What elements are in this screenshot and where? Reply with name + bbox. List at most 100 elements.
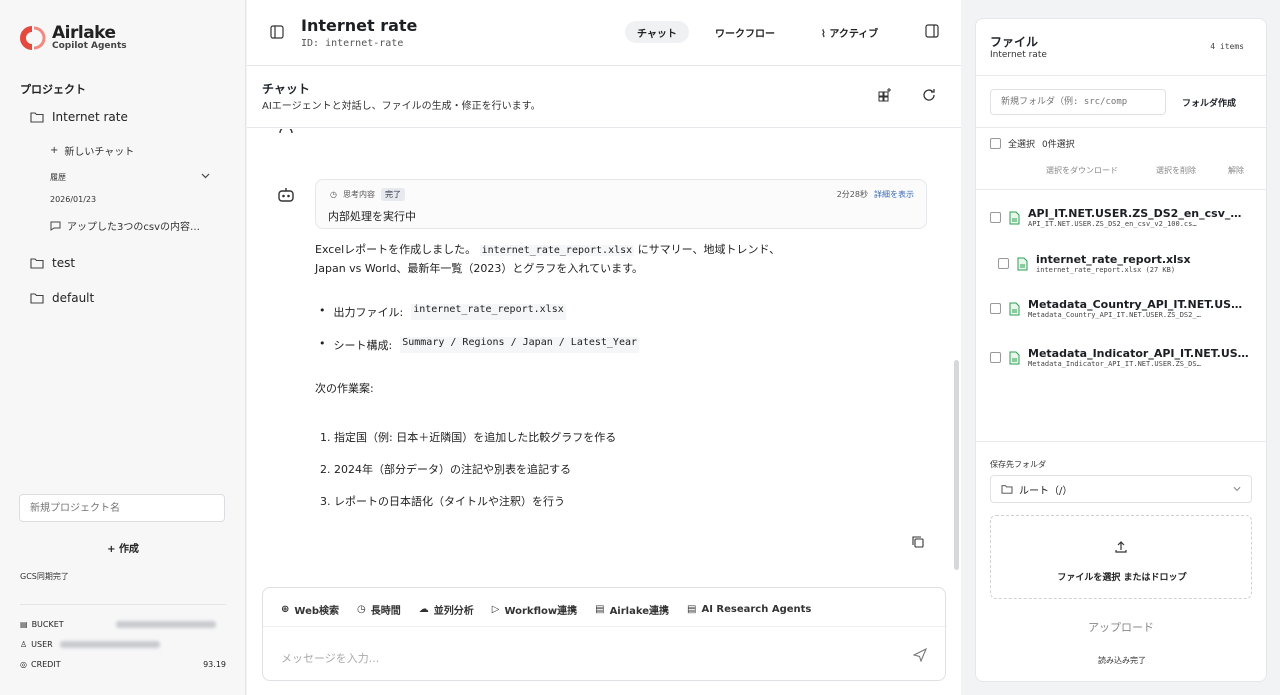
project-item-default[interactable]: default bbox=[30, 291, 94, 305]
database-icon: ▤ bbox=[20, 620, 28, 629]
refresh-icon[interactable] bbox=[921, 87, 937, 103]
bullet-label: シート構成: bbox=[333, 339, 393, 352]
upload-icon bbox=[1115, 541, 1127, 553]
file-item[interactable]: Metadata_Country_API_IT.NET.US… Metadata_… bbox=[990, 298, 1242, 319]
sidebar: Airlake Copilot Agents プロジェクト Internet r… bbox=[0, 0, 246, 695]
thinking-label: 思考内容 bbox=[342, 190, 375, 199]
tab-active-label: アクティブ bbox=[829, 29, 879, 40]
tool-ai-research[interactable]: ▤ AI Research Agents bbox=[687, 602, 811, 617]
page-title: Internet rate bbox=[301, 16, 418, 35]
load-status: 読み込み完了 bbox=[1098, 656, 1146, 665]
file-item[interactable]: Metadata_Indicator_API_IT.NET.US… Metadat… bbox=[990, 347, 1249, 368]
drop-zone-text: ファイルを選択 またはドロップ bbox=[1057, 573, 1187, 583]
bullet-code: Summary / Regions / Japan / Latest_Year bbox=[400, 337, 640, 353]
tab-active[interactable]: ⌇ アクティブ bbox=[809, 21, 890, 43]
tab-workflow[interactable]: ワークフロー bbox=[703, 21, 787, 43]
history-chat-item[interactable]: アップした3つのcsvの内容… bbox=[50, 218, 200, 233]
tool-label: Web検索 bbox=[294, 606, 340, 617]
meta-user-row: ♙ USER bbox=[20, 640, 226, 649]
create-label: 作成 bbox=[118, 544, 139, 555]
show-details-link[interactable]: 詳細を表示 bbox=[874, 190, 914, 199]
divider bbox=[263, 626, 947, 627]
logo-name: Airlake bbox=[52, 22, 116, 43]
message-intro: Excelレポートを作成しました。 internet_rate_report.x… bbox=[315, 241, 780, 278]
divider bbox=[976, 75, 1266, 76]
credit-icon: ◎ bbox=[20, 660, 27, 669]
intro-text-3: Japan vs World、最新年一覧（2023）とグラフを入れています。 bbox=[315, 262, 643, 275]
file-icon bbox=[1009, 211, 1020, 224]
divider bbox=[976, 441, 1266, 442]
new-folder-input[interactable] bbox=[990, 89, 1166, 115]
project-item-internet-rate[interactable]: Internet rate bbox=[30, 110, 128, 124]
history-label: 履歴 bbox=[50, 173, 66, 182]
create-folder-button[interactable]: フォルダ作成 bbox=[1172, 89, 1256, 115]
new-project-input[interactable] bbox=[19, 494, 225, 522]
main-panel: Internet rate ID: internet-rate チャット ワーク… bbox=[247, 0, 961, 695]
file-detail: Metadata_Country_API_IT.NET.USER.ZS_DS2_… bbox=[1028, 311, 1201, 319]
step-item: 3. レポートの日本語化（タイトルや注釈）を行う bbox=[320, 495, 565, 508]
tool-label: AI Research Agents bbox=[701, 604, 812, 615]
file-panel-subtitle: Internet rate bbox=[990, 50, 1047, 60]
list-item: • シート構成: Summary / Regions / Japan / Lat… bbox=[319, 337, 640, 353]
scrollbar[interactable] bbox=[954, 360, 959, 570]
grid-add-icon[interactable] bbox=[877, 87, 893, 103]
bucket-key: BUCKET bbox=[31, 620, 64, 629]
panel-toggle-icon[interactable] bbox=[924, 23, 940, 39]
intro-filename: internet_rate_report.xlsx bbox=[479, 245, 635, 256]
tab-chat[interactable]: チャット bbox=[625, 21, 689, 43]
upload-button[interactable]: アップロード bbox=[990, 613, 1252, 639]
globe-icon: ⊕ bbox=[281, 604, 290, 615]
plus-icon: + bbox=[50, 145, 59, 156]
tool-web-search[interactable]: ⊕ Web検索 bbox=[281, 602, 339, 617]
logo[interactable]: Airlake Copilot Agents bbox=[18, 24, 127, 52]
thinking-panel[interactable]: ◷ 思考内容 完了 内部処理を実行中 2分28秒 詳細を表示 bbox=[315, 179, 927, 229]
download-selected-button[interactable]: 選択をダウンロード bbox=[1046, 165, 1118, 176]
sidebar-toggle-icon[interactable] bbox=[269, 24, 285, 40]
project-item-test[interactable]: test bbox=[30, 256, 75, 270]
message-composer: ⊕ Web検索 ◷ 長時間 ☁ 並列分析 ▷ Workflow連携 ▤ Airlake連携… bbox=[262, 587, 947, 681]
file-item[interactable]: API_IT.NET.USER.ZS_DS2_en_csv_… API_IT.NE… bbox=[990, 207, 1241, 228]
projects-heading: プロジェクト bbox=[20, 83, 86, 96]
logo-subtitle: Copilot Agents bbox=[52, 40, 127, 51]
folder-icon bbox=[1001, 485, 1013, 494]
tool-label: Workflow連携 bbox=[504, 606, 578, 617]
chevron-down-icon[interactable] bbox=[201, 173, 210, 179]
select-all-label: 全選択 bbox=[1008, 140, 1036, 150]
file-checkbox[interactable] bbox=[990, 352, 1001, 363]
copy-icon[interactable] bbox=[911, 535, 925, 549]
new-chat-button[interactable]: + 新しいチャット bbox=[50, 143, 134, 158]
file-icon bbox=[1009, 302, 1020, 315]
select-all-row: 全選択 0件選択 bbox=[990, 137, 1075, 150]
tool-airlake[interactable]: ▤ Airlake連携 bbox=[595, 602, 669, 617]
file-checkbox[interactable] bbox=[990, 303, 1001, 314]
file-count: 4 items bbox=[1210, 42, 1244, 51]
credit-value: 93.19 bbox=[203, 660, 226, 669]
history-date: 2026/01/23 bbox=[50, 195, 97, 204]
file-detail: internet_rate_report.xlsx (27 KB) bbox=[1036, 266, 1176, 274]
chat-bubble-icon bbox=[50, 221, 61, 231]
file-checkbox[interactable] bbox=[990, 212, 1001, 223]
save-folder-value: ルート（/） bbox=[1019, 485, 1073, 497]
tool-long-running[interactable]: ◷ 長時間 bbox=[357, 602, 401, 617]
bullet-label: 出力ファイル: bbox=[333, 306, 404, 319]
save-folder-select[interactable]: ルート（/） bbox=[990, 475, 1252, 503]
tool-parallel-analysis[interactable]: ☁ 並列分析 bbox=[419, 602, 474, 617]
chat-title: チャット bbox=[262, 82, 310, 96]
tool-workflow[interactable]: ▷ Workflow連携 bbox=[492, 602, 577, 617]
file-drop-zone[interactable]: ファイルを選択 またはドロップ bbox=[990, 515, 1252, 599]
intro-text-2: にサマリー、地域トレンド、 bbox=[637, 243, 781, 256]
select-all-checkbox[interactable] bbox=[990, 138, 1001, 149]
delete-selected-button[interactable]: 選択を削除 bbox=[1156, 165, 1196, 176]
project-label: Internet rate bbox=[52, 110, 128, 124]
project-label: test bbox=[52, 256, 76, 270]
message-area: ◷ 思考内容 完了 内部処理を実行中 2分28秒 詳細を表示 Excelレポートを… bbox=[247, 129, 961, 572]
user-key: USER bbox=[31, 640, 53, 649]
create-project-button[interactable]: + 作成 bbox=[0, 540, 246, 555]
send-icon[interactable] bbox=[913, 648, 927, 662]
tool-label: 並列分析 bbox=[433, 606, 474, 617]
file-checkbox[interactable] bbox=[998, 258, 1009, 269]
file-item[interactable]: internet_rate_report.xlsx internet_rate_r… bbox=[998, 253, 1191, 274]
message-input[interactable]: メッセージを入力... bbox=[281, 650, 379, 666]
clear-selection-button[interactable]: 解除 bbox=[1228, 165, 1244, 176]
bucket-value-redacted bbox=[116, 621, 216, 628]
